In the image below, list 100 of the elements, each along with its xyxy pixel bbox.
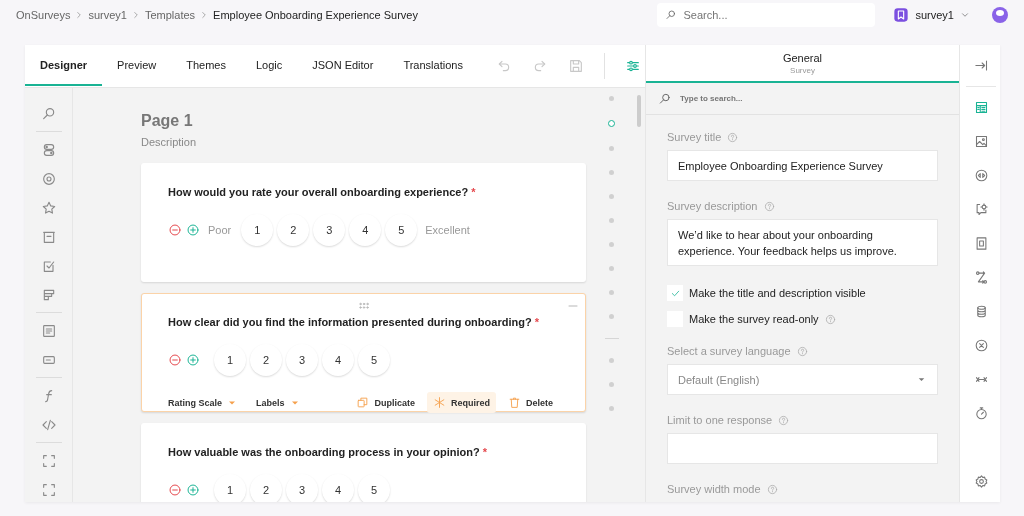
rating-label: Poor — [208, 224, 232, 236]
search-field[interactable]: Search... — [657, 3, 876, 27]
rating-option[interactable]: 1 — [214, 344, 246, 376]
page-navigator-dot[interactable] — [609, 146, 614, 151]
property-search-field[interactable]: Type to search... — [678, 93, 878, 105]
chat-gear-icon[interactable] — [973, 201, 989, 217]
stopwatch-icon[interactable] — [973, 405, 989, 421]
rating-option[interactable]: 3 — [313, 214, 346, 246]
page-navigator-dot[interactable] — [609, 96, 614, 101]
breadcrumb-link[interactable]: survey1 — [88, 9, 127, 21]
breadcrumb-link[interactable]: OnSurveys — [16, 9, 71, 21]
copy-icon — [356, 396, 370, 409]
trash-icon — [508, 396, 521, 409]
rating-option[interactable]: 4 — [322, 344, 354, 376]
required-button[interactable]: Required — [426, 392, 496, 413]
settings-icon[interactable] — [973, 473, 989, 489]
dropdown-adorner[interactable]: Labels — [256, 396, 301, 409]
question-card[interactable]: How would you rate your overall onboarding experience? * Poor 1 2 3 4 5 Excellent — [141, 163, 586, 282]
circle-x-icon[interactable] — [973, 337, 989, 353]
page-navigator-dot[interactable] — [609, 242, 614, 247]
rating-option[interactable]: 2 — [277, 214, 310, 246]
page-navigator-dot[interactable] — [609, 218, 614, 223]
help-icon[interactable] — [766, 483, 778, 495]
field-label: Survey title — [667, 131, 722, 143]
text-lines-icon[interactable] — [40, 322, 57, 339]
page-navigator-dot[interactable] — [609, 194, 614, 199]
editor-tab[interactable]: JSON Editor — [297, 45, 389, 86]
star-icon[interactable] — [40, 199, 57, 216]
document-icon[interactable] — [973, 235, 989, 251]
search-icon — [665, 9, 678, 21]
remove-icon[interactable] — [168, 353, 182, 367]
corners-icon[interactable] — [40, 481, 57, 498]
question-card[interactable]: How clear did you find the information presented during onboarding? * 1 2 3 4 5 Rating Scale Labels Duplicate Required Delete — [141, 293, 586, 412]
checkbox-label[interactable]: Make the title and description visible — [689, 287, 866, 299]
delete-button[interactable]: Delete — [502, 392, 559, 413]
search-icon[interactable] — [40, 105, 57, 122]
breadcrumb-link[interactable]: Templates — [144, 9, 196, 21]
question-title: How would you rate your overall onboarding experience? * — [168, 186, 477, 198]
duplicate-button[interactable]: Duplicate — [350, 392, 421, 413]
page-navigator-dot[interactable] — [609, 266, 614, 271]
page-navigator-dot[interactable] — [609, 170, 614, 175]
text-input[interactable]: Employee Onboarding Experience Survey — [667, 150, 938, 181]
table-icon[interactable] — [973, 99, 989, 115]
page-navigator-dot[interactable] — [608, 120, 615, 127]
remove-icon[interactable] — [168, 223, 182, 237]
add-icon[interactable] — [186, 483, 200, 497]
rating-label: Excellent — [425, 224, 470, 236]
question-title: How valuable was the onboarding process in your opinion? * — [168, 446, 489, 458]
editor-tab[interactable]: Preview — [102, 45, 172, 86]
help-icon[interactable] — [763, 200, 775, 212]
question-card[interactable]: How valuable was the onboarding process in your opinion? * 1 2 3 4 5 — [141, 423, 586, 502]
rating-option[interactable]: 3 — [286, 474, 318, 502]
question-title: How clear did you find the information presented during onboarding? * — [168, 316, 540, 328]
text-input[interactable] — [667, 433, 938, 464]
page-navigator-dot[interactable] — [609, 358, 614, 363]
breadcrumb-link[interactable]: Employee Onboarding Experience Survey — [213, 9, 418, 21]
rating-option[interactable]: 4 — [322, 474, 354, 502]
route-icon[interactable] — [973, 269, 989, 285]
image-icon[interactable] — [973, 133, 989, 149]
asterisk-icon — [432, 396, 446, 409]
rating-option[interactable]: 3 — [286, 344, 318, 376]
language-dropdown[interactable]: Default (English) — [667, 364, 938, 395]
corners-icon[interactable] — [40, 452, 57, 469]
help-icon[interactable] — [824, 313, 836, 325]
radio-button-icon[interactable] — [40, 170, 57, 187]
rating-option[interactable]: 5 — [358, 344, 390, 376]
editor-tab[interactable]: Logic — [240, 45, 298, 86]
field-label: Survey description — [667, 200, 758, 212]
scrollbar-thumb[interactable] — [637, 95, 641, 127]
page-navigator-dot[interactable] — [609, 314, 614, 319]
help-icon[interactable] — [727, 131, 739, 143]
rating-option[interactable]: 1 — [241, 214, 274, 246]
checkbox-label[interactable]: Make the survey read-only — [689, 313, 819, 325]
checkbox[interactable] — [667, 285, 683, 301]
page-navigator-dot[interactable] — [609, 382, 614, 387]
page-navigator-dot[interactable] — [609, 290, 614, 295]
text-area[interactable]: We’d like to hear about your onboarding experience. Your feedback helps us improve. — [667, 219, 938, 266]
add-icon[interactable] — [186, 223, 200, 237]
add-icon[interactable] — [186, 353, 200, 367]
rating-option[interactable]: 2 — [250, 344, 282, 376]
circle-arrows-icon[interactable] — [973, 167, 989, 183]
avatar[interactable] — [992, 7, 1008, 23]
page-navigator-dot[interactable] — [609, 406, 614, 411]
rating-option[interactable]: 4 — [349, 214, 382, 246]
dropdown-adorner[interactable]: Rating Scale — [168, 396, 239, 409]
remove-icon[interactable] — [168, 483, 182, 497]
rating-option[interactable]: 5 — [358, 474, 390, 502]
rating-option[interactable]: 1 — [214, 474, 246, 502]
panel-subtitle: Survey — [790, 65, 815, 75]
editor-tab[interactable]: Designer — [25, 45, 103, 86]
workspace-name[interactable]: survey1 — [915, 9, 954, 21]
collapse-icon[interactable] — [973, 58, 989, 73]
help-icon[interactable] — [778, 414, 790, 426]
rating-option[interactable]: 5 — [385, 214, 418, 246]
editor-tab[interactable]: Themes — [171, 45, 241, 86]
drag-handle-icon[interactable] — [357, 300, 370, 312]
rating-option[interactable]: 2 — [250, 474, 282, 502]
page-title: Page 1 — [141, 112, 194, 130]
help-icon[interactable] — [796, 345, 808, 357]
editor-tab[interactable]: Translations — [388, 45, 478, 86]
